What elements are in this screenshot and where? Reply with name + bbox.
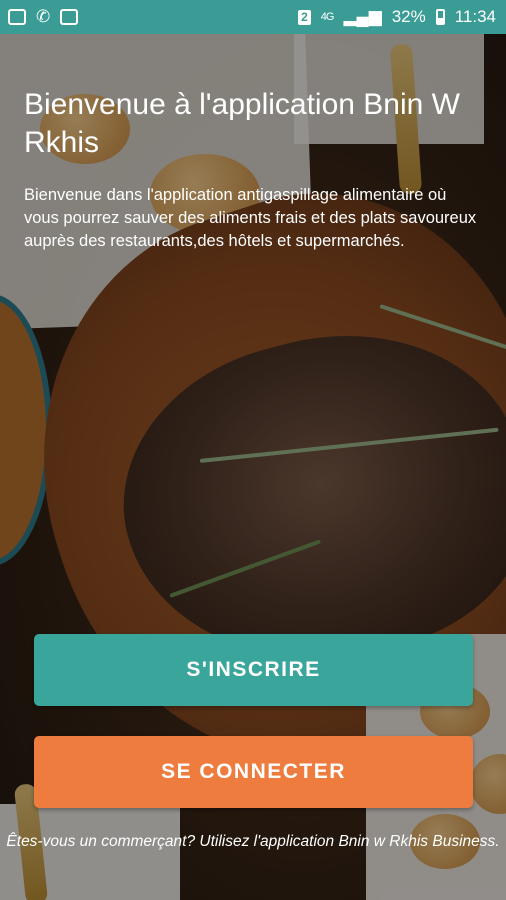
call-forward-icon: ✆: [36, 7, 51, 26]
battery-percent: 32%: [391, 7, 426, 26]
signup-button[interactable]: S'INSCRIRE: [34, 634, 473, 706]
status-bar: ✆ 2 4G ▂▄▆ 32% 11:34: [0, 0, 506, 34]
email-icon: [60, 9, 79, 25]
network-type: 4G: [320, 11, 335, 23]
status-bar-notifications: ✆: [8, 7, 79, 27]
status-bar-system: 2 4G ▂▄▆ 32% 11:34: [298, 7, 496, 27]
battery-icon: [435, 9, 445, 25]
welcome-description: Bienvenue dans l'application antigaspill…: [24, 186, 477, 250]
gallery-icon: [8, 9, 26, 25]
login-button[interactable]: SE CONNECTER: [34, 736, 473, 808]
sim-icon: 2: [298, 9, 311, 25]
signal-icon: ▂▄▆: [343, 7, 382, 26]
business-app-link[interactable]: Êtes-vous un commerçant? Utilisez l'appl…: [0, 831, 506, 853]
welcome-title: Bienvenue à l'application Bnin W Rkhis: [24, 88, 460, 159]
clock: 11:34: [454, 7, 496, 26]
